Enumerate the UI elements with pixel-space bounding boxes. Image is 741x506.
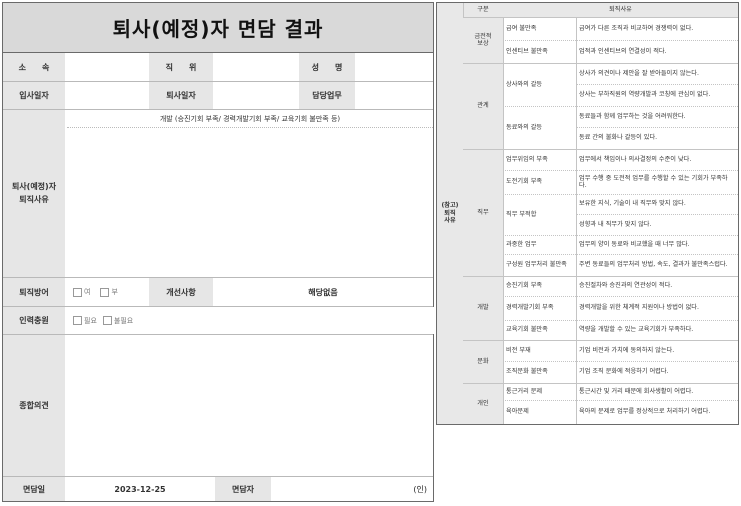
opinion-field[interactable] xyxy=(65,335,433,476)
row-interview: 면담일 2023-12-25 면담자 (인) xyxy=(3,477,433,501)
retention-options: 여 부 xyxy=(65,278,157,306)
retention-no-option[interactable]: 부 xyxy=(100,287,118,297)
hire-date-field[interactable] xyxy=(65,82,149,109)
sub-reason: 비전 부재 xyxy=(506,346,531,354)
interview-date-label: 면담일 xyxy=(3,477,65,501)
category-job: 직무 xyxy=(463,149,503,276)
checkbox-icon[interactable] xyxy=(73,316,82,325)
staffing-needed-option[interactable]: 필요 xyxy=(73,316,97,326)
row-reason: 퇴사(예정)자 퇴직사유 xyxy=(3,110,433,278)
sub-reason: 교육기회 불만족 xyxy=(506,326,548,334)
reason-text: 업무의 양이 동료와 비교했을 때 너무 많다. xyxy=(579,240,690,248)
reason-label: 퇴사(예정)자 퇴직사유 xyxy=(3,110,65,277)
reason-text: 역량을 개발할 수 있는 교육기회가 부족하다. xyxy=(579,326,694,334)
interview-date-field[interactable]: 2023-12-25 xyxy=(65,477,215,501)
sub-reason: 인센티브 불만족 xyxy=(506,47,548,55)
duty-field[interactable] xyxy=(355,82,433,109)
opinion-label: 종합의견 xyxy=(3,335,65,476)
sub-reason: 육아문제 xyxy=(506,408,529,416)
retention-label: 퇴직방어 xyxy=(3,278,65,306)
reason-text: 주변 동료들의 업무처리 방법, 속도, 결과가 불만족스럽다. xyxy=(579,261,728,269)
affiliation-field[interactable] xyxy=(65,53,149,81)
hire-date-label: 입사일자 xyxy=(3,82,65,109)
row-dates: 입사일자 퇴사일자 담당업무 xyxy=(3,82,433,110)
seal-mark: (인) xyxy=(413,484,427,494)
row-opinion: 종합의견 xyxy=(3,335,433,477)
row-affiliation: 소 속 직 위 성 명 xyxy=(3,53,433,82)
exit-interview-form: 퇴사(예정)자 면담 결과 소 속 직 위 성 명 입사일자 퇴사일자 담당업무… xyxy=(2,2,441,502)
leave-date-label: 퇴사일자 xyxy=(149,82,213,109)
reason-text: 업무에서 책임이나 의사결정의 수준이 낮다. xyxy=(579,155,692,163)
duty-label: 담당업무 xyxy=(299,82,355,109)
row-staffing: 인력충원 필요 불필요 xyxy=(3,307,441,335)
reason-text: 경력개발을 위한 체계적 지원이나 방법이 없다. xyxy=(579,304,699,312)
header-reason: 퇴직사유 xyxy=(503,3,738,17)
reason-hint: 개발 (승진기회 부족/ 경력개발기회 부족/ 교육기회 불만족 등) xyxy=(159,115,341,123)
name-label: 성 명 xyxy=(299,53,355,81)
sub-reason: 승진기회 부족 xyxy=(506,282,543,290)
checkbox-icon[interactable] xyxy=(102,316,112,325)
sub-reason: 직무 부적합 xyxy=(506,210,537,218)
sub-reason: 동료와의 갈등 xyxy=(506,123,543,131)
reason-text: 기업 비전과 가치에 동의하지 않는다. xyxy=(579,346,675,354)
sub-reason: 업무위임의 부족 xyxy=(506,155,548,163)
leave-date-field[interactable] xyxy=(213,82,299,109)
reason-field[interactable] xyxy=(65,110,433,277)
reason-text: 업적과 인센티브의 연결성이 적다. xyxy=(579,47,667,55)
category-relationship: 관계 xyxy=(463,63,503,149)
interviewer-field[interactable]: (인) xyxy=(271,477,433,501)
interviewer-label: 면담자 xyxy=(215,477,271,501)
staffing-label: 인력충원 xyxy=(3,307,65,334)
reason-text: 성향과 내 직무가 맞지 않다. xyxy=(579,220,652,228)
retention-yes-option[interactable]: 여 xyxy=(73,287,90,297)
form-title: 퇴사(예정)자 면담 결과 xyxy=(3,3,433,53)
improvement-label: 개선사항 xyxy=(149,278,213,306)
row-retention: 퇴직방어 여 부 개선사항 해당없음 xyxy=(3,278,433,307)
reason-text: 동료 간의 불화나 갈등이 있다. xyxy=(579,134,658,142)
improvement-value[interactable]: 해당없음 xyxy=(213,278,433,306)
sub-reason: 구성원 업무처리 불만족 xyxy=(506,261,567,269)
reference-side-label: (참고) 퇴직 사유 xyxy=(437,3,463,424)
header-category: 구분 xyxy=(463,3,503,17)
reference-table: (참고) 퇴직 사유 구분 퇴직사유 금전적 보상 관계 직무 개발 문화 개인… xyxy=(436,2,739,425)
reason-text: 동료들과 함께 업무하는 것을 어려워한다. xyxy=(579,112,686,120)
category-culture: 문화 xyxy=(463,340,503,383)
reason-text: 통근시간 및 거리 때문에 회사생활이 어렵다. xyxy=(579,387,694,395)
reason-text: 상사가 의견이나 제안을 잘 받아들이지 않는다. xyxy=(579,69,699,77)
sub-reason: 과중한 업무 xyxy=(506,240,537,248)
sub-reason: 급여 불만족 xyxy=(506,24,537,32)
staffing-not-needed-option[interactable]: 불필요 xyxy=(102,316,133,326)
position-label: 직 위 xyxy=(149,53,213,81)
category-development: 개발 xyxy=(463,276,503,340)
sub-reason: 경력개발기회 부족 xyxy=(506,304,554,312)
sub-reason: 상사와의 갈등 xyxy=(506,80,543,88)
sub-reason: 도전기회 부족 xyxy=(506,178,543,186)
checkbox-icon[interactable] xyxy=(73,287,82,297)
name-field[interactable] xyxy=(355,53,433,81)
reason-divider xyxy=(67,127,433,128)
checkbox-icon[interactable] xyxy=(100,287,110,297)
reason-text: 업무 수행 중 도전적 업무를 수행할 수 있는 기회가 부족하다. xyxy=(579,174,728,189)
affiliation-label: 소 속 xyxy=(3,53,65,81)
reason-text: 기업 조직 문화에 적응하기 어렵다. xyxy=(579,368,669,376)
category-personal: 개인 xyxy=(463,383,503,424)
sub-reason: 조직문화 불만족 xyxy=(506,368,548,376)
staffing-options: 필요 불필요 xyxy=(65,307,441,334)
category-compensation: 금전적 보상 xyxy=(463,17,503,63)
sub-reason: 통근거리 문제 xyxy=(506,387,543,395)
reason-text: 보유한 지식, 기술이 내 직무와 맞지 않다. xyxy=(579,200,686,208)
reason-text: 육아의 문제로 업무를 정상적으로 처리하기 어렵다. xyxy=(579,408,711,416)
reason-text: 승진절차와 승진과의 연관성이 적다. xyxy=(579,282,673,290)
reason-text: 상사는 부하직원의 역량개발과 코칭에 관심이 없다. xyxy=(579,91,711,99)
position-field[interactable] xyxy=(213,53,299,81)
reason-text: 급여가 다른 조직과 비교하여 경쟁력이 없다. xyxy=(579,24,694,32)
